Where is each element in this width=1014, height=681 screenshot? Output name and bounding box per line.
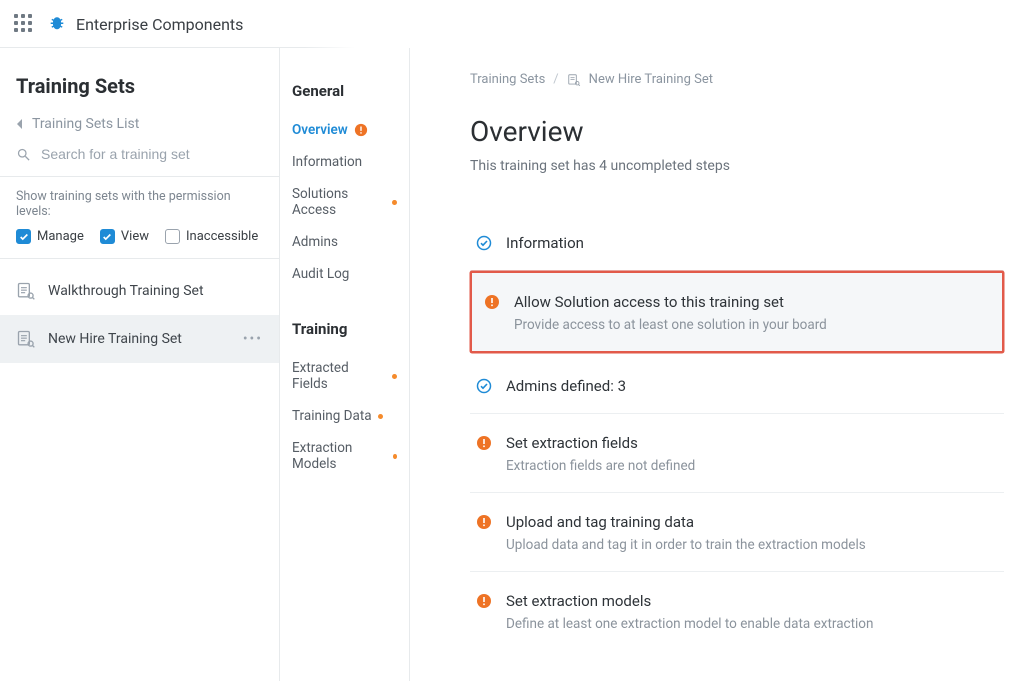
nav-information[interactable]: Information [292, 146, 397, 178]
step-title: Allow Solution access to this training s… [514, 293, 827, 311]
dot-indicator-icon [378, 414, 383, 419]
nav-audit-log[interactable]: Audit Log [292, 258, 397, 290]
section-nav: General Overview Information Solutions A… [280, 48, 410, 681]
warn-icon [354, 123, 368, 137]
nav-extracted-fields-label: Extracted Fields [292, 360, 386, 392]
nav-admins[interactable]: Admins [292, 226, 397, 258]
step-desc: Provide access to at least one solution … [514, 317, 827, 333]
checkbox-checked-icon [16, 229, 31, 244]
step-desc: Upload data and tag it in order to train… [506, 537, 866, 553]
nav-general-title: General [292, 82, 397, 100]
dot-indicator-icon [392, 200, 397, 205]
more-icon[interactable]: ••• [243, 331, 263, 347]
step-information[interactable]: Information [470, 214, 1004, 271]
nav-solutions-access-label: Solutions Access [292, 186, 386, 218]
back-link-label: Training Sets List [32, 116, 139, 132]
step-set-extraction-models[interactable]: Set extraction models Define at least on… [470, 572, 1004, 650]
permission-inaccessible-checkbox[interactable]: Inaccessible [165, 229, 258, 244]
step-title: Set extraction models [506, 592, 873, 610]
training-set-icon [16, 329, 36, 349]
nav-overview-label: Overview [292, 122, 348, 138]
warn-icon [476, 514, 492, 530]
permission-view-label: View [121, 229, 149, 244]
step-desc: Define at least one extraction model to … [506, 616, 873, 632]
apps-grid-icon[interactable] [14, 14, 34, 34]
page-subtitle: This training set has 4 uncompleted step… [470, 158, 1004, 174]
step-set-extraction-fields[interactable]: Set extraction fields Extraction fields … [470, 414, 1004, 493]
nav-admins-label: Admins [292, 234, 338, 250]
chevron-left-icon [16, 119, 24, 129]
breadcrumb: Training Sets / New Hire Training Set [470, 72, 1004, 87]
left-sidebar: Training Sets Training Sets List Show tr… [0, 48, 280, 681]
nav-extracted-fields[interactable]: Extracted Fields [292, 352, 397, 400]
training-set-label: New Hire Training Set [48, 331, 182, 347]
step-title: Set extraction fields [506, 434, 695, 452]
training-set-label: Walkthrough Training Set [48, 283, 204, 299]
page-title: Overview [470, 115, 1004, 148]
step-title: Admins defined: 3 [506, 377, 626, 395]
checkbox-unchecked-icon [165, 229, 180, 244]
nav-extraction-models-label: Extraction Models [292, 440, 387, 472]
permission-manage-label: Manage [37, 229, 84, 244]
training-set-icon [567, 73, 581, 87]
step-upload-training-data[interactable]: Upload and tag training data Upload data… [470, 493, 1004, 572]
training-set-item[interactable]: Walkthrough Training Set [0, 267, 279, 315]
warn-icon [476, 435, 492, 451]
nav-information-label: Information [292, 154, 362, 170]
step-title: Information [506, 234, 584, 252]
warn-icon [484, 294, 500, 310]
step-admins-defined[interactable]: Admins defined: 3 [470, 357, 1004, 414]
brand-bug-icon [48, 15, 66, 33]
step-allow-solution-access[interactable]: Allow Solution access to this training s… [470, 271, 1004, 353]
back-to-list-link[interactable]: Training Sets List [0, 116, 279, 146]
ok-icon [476, 378, 492, 394]
steps-list: Information Allow Solution access to thi… [470, 214, 1004, 650]
sidebar-title: Training Sets [0, 74, 279, 116]
warn-icon [476, 593, 492, 609]
nav-training-title: Training [292, 320, 397, 338]
nav-training-data[interactable]: Training Data [292, 400, 397, 432]
ok-icon [476, 235, 492, 251]
search-input[interactable] [41, 146, 263, 162]
nav-training-data-label: Training Data [292, 408, 372, 424]
nav-overview[interactable]: Overview [292, 114, 397, 146]
training-set-item-active[interactable]: New Hire Training Set ••• [0, 315, 279, 363]
step-desc: Extraction fields are not defined [506, 458, 695, 474]
training-set-icon [16, 281, 36, 301]
search-icon [16, 147, 31, 162]
nav-audit-log-label: Audit Log [292, 266, 349, 282]
dot-indicator-icon [393, 454, 397, 459]
permission-view-checkbox[interactable]: View [100, 229, 149, 244]
checkbox-checked-icon [100, 229, 115, 244]
breadcrumb-separator: / [553, 72, 558, 87]
training-set-list: Walkthrough Training Set New Hire Traini… [0, 267, 279, 363]
main-content: Training Sets / New Hire Training Set Ov… [410, 48, 1014, 681]
brand-title: Enterprise Components [76, 15, 243, 34]
permission-manage-checkbox[interactable]: Manage [16, 229, 84, 244]
brand[interactable]: Enterprise Components [48, 15, 243, 34]
top-header: Enterprise Components [0, 0, 1014, 48]
breadcrumb-root[interactable]: Training Sets [470, 72, 545, 87]
breadcrumb-current: New Hire Training Set [589, 72, 713, 87]
dot-indicator-icon [392, 374, 397, 379]
nav-solutions-access[interactable]: Solutions Access [292, 178, 397, 226]
step-title: Upload and tag training data [506, 513, 866, 531]
permission-filter: Show training sets with the permission l… [0, 176, 279, 259]
permission-filter-title: Show training sets with the permission l… [16, 189, 263, 219]
permission-inaccessible-label: Inaccessible [186, 229, 258, 244]
nav-extraction-models[interactable]: Extraction Models [292, 432, 397, 480]
search-row [0, 146, 279, 176]
